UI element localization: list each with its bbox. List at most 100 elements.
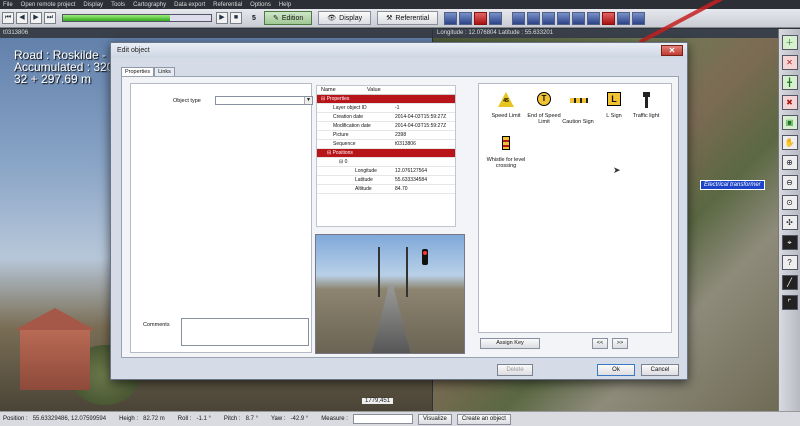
yaw-label: Yaw : [270, 416, 286, 422]
right-view-header: Longitude : 12.076804 Latitude : 55.6332… [433, 29, 778, 38]
pan-icon[interactable]: ✋ [781, 135, 798, 150]
table-row[interactable]: Altitude 84.70 [317, 185, 455, 194]
height-label: Heigh : [119, 416, 139, 422]
panorama-icon[interactable] [557, 11, 571, 25]
positions-section-label: Positions [332, 150, 353, 156]
table-row[interactable]: Layer object ID -1 [317, 104, 455, 113]
tab-properties[interactable]: Properties [121, 67, 155, 76]
table-row[interactable]: Modification date 2014-04-03T15:59:27Z [317, 122, 455, 131]
l-sign-icon: L [607, 92, 621, 106]
whistle-sign-icon [502, 136, 510, 150]
menu-help[interactable]: Help [279, 2, 291, 8]
grid-view-icon[interactable] [512, 11, 526, 25]
menu-open-remote-project[interactable]: Open remote project [21, 2, 76, 8]
line-tool-icon[interactable]: ╱ [781, 275, 798, 290]
menu-cartography[interactable]: Cartography [133, 2, 166, 8]
visualize-button[interactable]: Visualize [417, 413, 452, 425]
position-index-row[interactable]: ⊟ 0 [317, 158, 455, 167]
first-frame-button[interactable]: ⏮ [2, 12, 14, 24]
target-icon[interactable] [602, 11, 616, 25]
next-symbols-button[interactable]: >> [612, 338, 628, 349]
sequence-progress-bar[interactable] [62, 14, 212, 22]
tab-links[interactable]: Links [154, 67, 175, 76]
split-view-icon[interactable] [527, 11, 541, 25]
menu-referential[interactable]: Referential [213, 2, 242, 8]
object-type-select[interactable]: ▼ [215, 96, 313, 105]
referential-mode-button[interactable]: ⚒ Referential [377, 11, 439, 25]
zoom-extent-icon[interactable]: ⊙ [781, 195, 798, 210]
roll-value: -1.1 ° [196, 416, 211, 422]
rail-track [371, 285, 411, 353]
dialog-title: Edit object [111, 43, 687, 58]
table-row[interactable]: Sequence t0313806 [317, 140, 455, 149]
table-row[interactable]: Latitude 55.633334584 [317, 176, 455, 185]
caution-sign-icon [570, 98, 588, 103]
record-icon[interactable] [474, 11, 488, 25]
add-area-icon[interactable]: ▣ [781, 115, 798, 130]
measure-label: Measure : [321, 416, 348, 422]
electrical-transformer-tag[interactable]: Electrical transformer [700, 180, 765, 190]
stop-button[interactable]: ■ [230, 12, 242, 24]
house-image [15, 308, 95, 390]
symbol-traffic-light[interactable]: Traffic light [623, 92, 669, 119]
grid-header-value: Value [367, 87, 381, 93]
menu-tools[interactable]: Tools [111, 2, 125, 8]
remove-point-icon[interactable]: ✕ [781, 55, 798, 70]
delete-button[interactable]: Delete [497, 364, 533, 376]
menu-file[interactable]: File [3, 2, 13, 8]
last-frame-button[interactable]: ⏭ [44, 12, 56, 24]
cancel-button[interactable]: Cancel [641, 364, 679, 376]
network-icon[interactable] [587, 11, 601, 25]
next-frame-button[interactable]: ▶ [216, 12, 228, 24]
globe-icon[interactable] [632, 11, 646, 25]
ok-button[interactable]: Ok [597, 364, 635, 376]
table-row[interactable]: Creation date 2014-04-03T15:59:27Z [317, 113, 455, 122]
menu-display[interactable]: Display [83, 2, 103, 8]
measure-icon[interactable]: ⌖ [781, 235, 798, 250]
chevron-down-icon[interactable]: ▼ [304, 97, 312, 104]
add-point-icon[interactable]: ＋ [781, 35, 798, 50]
assign-key-button[interactable]: Assign Key [480, 338, 540, 349]
add-segment-icon[interactable]: ╋ [781, 75, 798, 90]
comments-textarea[interactable] [181, 318, 309, 346]
speed-limit-icon: 45 [498, 92, 514, 107]
menu-data-export[interactable]: Data export [174, 2, 205, 8]
zoom-out-icon[interactable]: ⊖ [781, 175, 798, 190]
delete-segment-icon[interactable]: ✖ [781, 95, 798, 110]
close-icon[interactable]: ✕ [661, 45, 683, 56]
pixel-coordinate-readout: 1779,451 [362, 398, 394, 404]
corner-tool-icon[interactable]: ⌜ [781, 295, 798, 310]
menu-options[interactable]: Options [250, 2, 271, 8]
positions-section-row[interactable]: ⊟ Positions [317, 149, 455, 158]
photo-view-icon[interactable] [572, 11, 586, 25]
help-icon[interactable]: ? [781, 255, 798, 270]
edit-object-dialog: Edit object ✕ Properties Links Object ty… [110, 42, 688, 380]
tile-view-icon[interactable] [542, 11, 556, 25]
pitch-label: Pitch : [223, 416, 241, 422]
table-row[interactable]: Picture 2398 [317, 131, 455, 140]
pencil-icon: ✎ [273, 15, 279, 22]
eye-icon: 👁 [327, 15, 337, 22]
previous-symbols-button[interactable]: << [592, 338, 608, 349]
properties-section-label: Properties [326, 96, 350, 102]
properties-section-row[interactable]: ⊟ Properties [317, 95, 455, 104]
create-object-button[interactable]: Create an object [456, 413, 511, 425]
symbol-palette: 45 Speed Limit T End of Speed Limit Caut… [478, 83, 672, 333]
measure-select[interactable] [352, 414, 413, 424]
end-speed-limit-icon: T [537, 92, 551, 106]
pitch-value: 8.7 ° [245, 416, 258, 422]
edition-mode-button[interactable]: ✎ Edition [264, 11, 313, 25]
zoom-in-icon[interactable]: ⊕ [781, 155, 798, 170]
position-index: 0 [344, 159, 348, 165]
camera-icon[interactable] [489, 11, 503, 25]
display-mode-button[interactable]: 👁 Display [318, 11, 372, 25]
track-icon[interactable] [617, 11, 631, 25]
map-icon[interactable] [459, 11, 473, 25]
table-row[interactable]: Longitude 12.076127564 [317, 167, 455, 176]
compass-icon[interactable]: ✣ [781, 215, 798, 230]
play-button[interactable]: ▶ [30, 12, 42, 24]
previous-frame-button[interactable]: ◀ [16, 12, 28, 24]
layers-icon[interactable] [444, 11, 458, 25]
object-form: Object type ▼ Comments [130, 83, 313, 353]
symbol-whistle-level-crossing[interactable]: Whistle for level crossing [483, 136, 529, 169]
